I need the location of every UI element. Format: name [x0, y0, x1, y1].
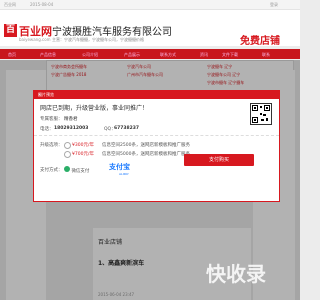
topbar-site[interactable]: 百业网	[4, 2, 16, 8]
phone-label: 电话：	[40, 127, 54, 132]
option2-desc: 信息空间5000条，送网店新模板和推广服务	[102, 152, 190, 157]
option2-price: ¥700元/年	[72, 152, 94, 157]
alipay-sub: ALIPAY	[119, 172, 129, 176]
phone-number: 18029312003	[54, 126, 89, 131]
watermark: 快收录	[206, 262, 266, 286]
contact-name: 精香君	[64, 117, 78, 122]
main-nav: 首页 产品信息 公司介绍 产品展示 联系方式 资讯 文件下载 联系	[0, 49, 300, 59]
close-icon[interactable]: ×	[38, 92, 275, 97]
topbar-login[interactable]: 登录	[270, 2, 278, 8]
nav-products[interactable]: 产品展示	[124, 52, 140, 58]
nav-company[interactable]: 公司介绍	[82, 52, 98, 58]
modal-header: 图片预览 ×	[34, 91, 279, 99]
nav-products-info[interactable]: 产品信息	[40, 52, 56, 58]
nav-news[interactable]: 资讯	[200, 52, 208, 58]
company-subtitle: 主营：宁波汽车摄摄，宁波摄车公司，宁波摄摄价格	[52, 37, 144, 42]
option2-radio[interactable]	[64, 151, 71, 158]
qq-number: 67738237	[114, 126, 140, 131]
company-name: 宁波摄胜汽车服务有限公司	[52, 27, 172, 38]
nav-contact-2[interactable]: 联系	[262, 52, 270, 58]
upgrade-label: 升级选项：	[40, 143, 63, 148]
free-shop-badge: 免费店铺	[240, 36, 280, 47]
topbar-date: 2015-08-04	[30, 2, 54, 7]
pay-button[interactable]: 支付购买	[184, 154, 254, 166]
top-bar: 百业网 2015-08-04 登录	[0, 0, 300, 10]
payment-label: 支付方式：	[40, 168, 63, 173]
nav-home[interactable]: 首页	[8, 52, 16, 58]
option1-radio[interactable]	[64, 142, 71, 149]
wechat-pay-option[interactable]: 微信支付	[64, 166, 89, 174]
qr-code-icon	[250, 103, 272, 125]
alipay-label: 支付宝	[109, 163, 130, 171]
logo-icon[interactable]: 百	[4, 24, 17, 37]
nav-downloads[interactable]: 文件下载	[222, 52, 238, 58]
option1-price: ¥300元/年	[72, 143, 94, 148]
modal-headline: 网店已到期，升级营业版，事业同推广！	[40, 105, 149, 112]
upgrade-modal: 图片预览 × 网店已到期，升级营业版，事业同推广！ 专属客服： 精香君 电话： …	[33, 90, 280, 202]
nav-contact[interactable]: 联系方式	[160, 52, 176, 58]
option1-desc: 信息空间2500条，送网店新模板和推广服务	[102, 143, 190, 148]
wechat-pay-icon	[64, 166, 70, 172]
site-domain: baiyewang.com	[19, 37, 51, 42]
contact-label: 专属客服：	[40, 117, 63, 122]
alipay-option[interactable]: 支付宝	[109, 162, 130, 172]
wechat-pay-label: 微信支付	[71, 169, 90, 174]
